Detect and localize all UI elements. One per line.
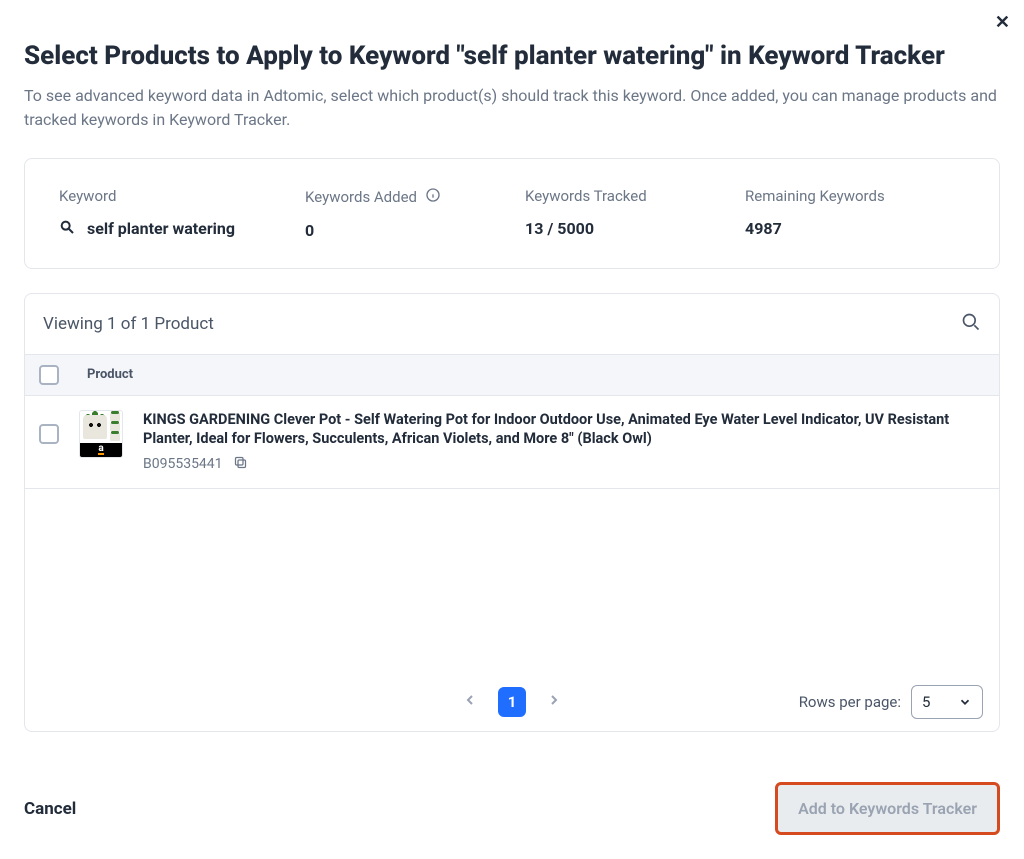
product-thumbnail: a xyxy=(79,410,123,458)
stat-remaining-label: Remaining Keywords xyxy=(745,187,895,205)
stats-panel: Keyword self planter watering Keywords A… xyxy=(24,158,1000,269)
cancel-button[interactable]: Cancel xyxy=(24,799,76,819)
stat-keyword: Keyword self planter watering xyxy=(59,187,235,240)
select-all-checkbox[interactable] xyxy=(39,365,59,385)
chevron-down-icon xyxy=(958,695,972,709)
product-title: KINGS GARDENING Clever Pot - Self Wateri… xyxy=(143,410,985,449)
stat-keyword-value: self planter watering xyxy=(87,219,235,238)
close-icon[interactable]: ✕ xyxy=(995,12,1010,33)
pagination: 1 xyxy=(462,687,562,717)
row-checkbox[interactable] xyxy=(39,424,59,444)
viewing-count: Viewing 1 of 1 Product xyxy=(43,314,214,334)
table-header: Product xyxy=(25,354,999,396)
modal-title: Select Products to Apply to Keyword "sel… xyxy=(24,40,1000,74)
rows-per-page-label: Rows per page: xyxy=(799,693,901,711)
table-row: a KINGS GARDENING Clever Pot - Self Wate… xyxy=(25,396,999,489)
stat-remaining-value: 4987 xyxy=(745,219,895,238)
copy-icon[interactable] xyxy=(233,455,248,474)
product-asin: B095535441 xyxy=(143,456,223,472)
search-icon xyxy=(59,219,75,239)
stat-remaining: Remaining Keywords 4987 xyxy=(745,187,895,240)
table-search-button[interactable] xyxy=(961,312,981,336)
rows-per-page-value: 5 xyxy=(922,693,930,711)
stat-keywords-added-value: 0 xyxy=(305,221,455,240)
info-icon[interactable] xyxy=(425,187,441,207)
modal-description: To see advanced keyword data in Adtomic,… xyxy=(24,84,1000,132)
column-header-product: Product xyxy=(87,367,133,382)
prev-page-button[interactable] xyxy=(462,692,478,712)
modal-actions: Cancel Add to Keywords Tracker xyxy=(24,782,1000,835)
stat-keywords-added-label: Keywords Added xyxy=(305,188,417,206)
stat-keywords-tracked-value: 13 / 5000 xyxy=(525,219,675,238)
stat-keyword-label: Keyword xyxy=(59,187,235,205)
stat-keywords-tracked: Keywords Tracked 13 / 5000 xyxy=(525,187,675,240)
stat-keywords-added: Keywords Added 0 xyxy=(305,187,455,240)
table-footer: 1 Rows per page: 5 xyxy=(25,673,999,731)
next-page-button[interactable] xyxy=(546,692,562,712)
rows-per-page-select[interactable]: 5 xyxy=(911,685,983,719)
stat-keywords-tracked-label: Keywords Tracked xyxy=(525,187,675,205)
add-to-tracker-button[interactable]: Add to Keywords Tracker xyxy=(775,782,1000,835)
current-page[interactable]: 1 xyxy=(498,687,526,717)
amazon-badge-icon: a xyxy=(80,443,122,457)
products-table: Viewing 1 of 1 Product Product a KINGS G… xyxy=(24,293,1000,732)
